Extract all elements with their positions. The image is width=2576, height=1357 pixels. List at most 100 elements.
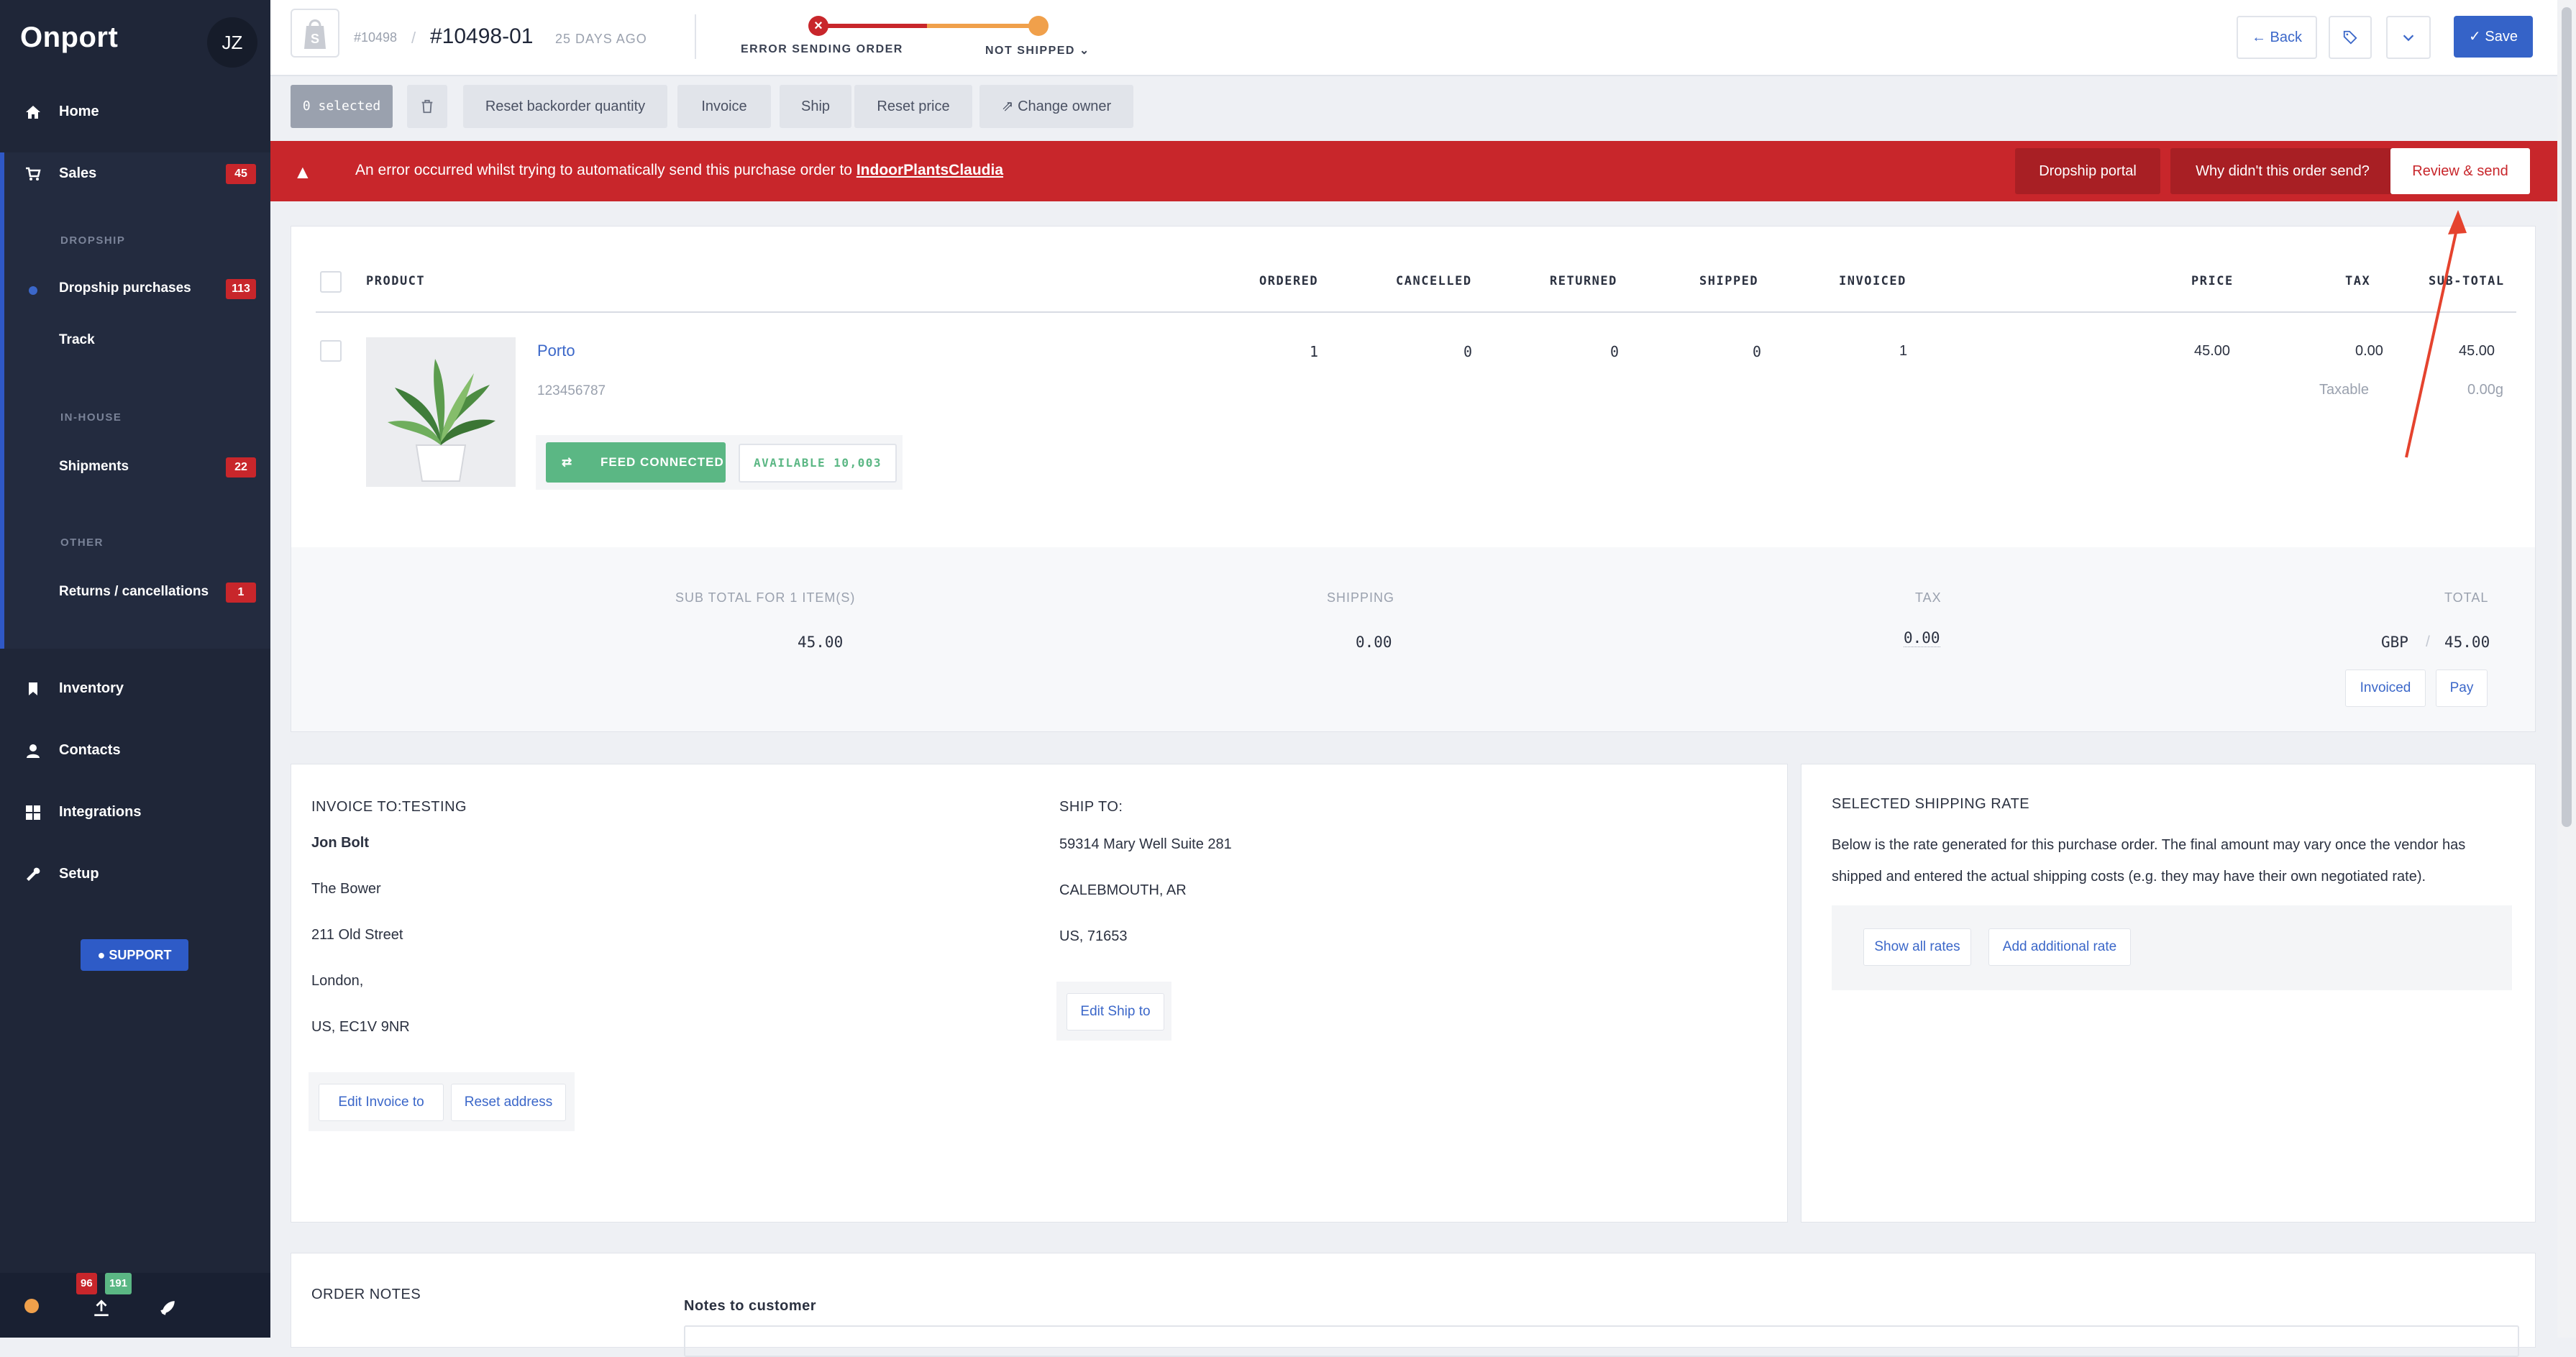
reset-backorder-button[interactable]: Reset backorder quantity — [463, 85, 667, 128]
rocket-icon[interactable] — [158, 1299, 177, 1317]
product-name-link[interactable]: Porto — [537, 342, 575, 360]
brand-logo[interactable]: Onport — [20, 22, 118, 54]
order-age: 25 DAYS AGO — [555, 32, 647, 46]
dropship-portal-button[interactable]: Dropship portal — [2015, 148, 2160, 194]
column-header: INVOICED — [1839, 274, 1906, 288]
sidebar-item-label: Dropship purchases — [59, 280, 191, 296]
support-button[interactable]: ● SUPPORT — [81, 939, 188, 971]
parent-order-link[interactable]: #10498 — [354, 30, 397, 45]
edit-invoice-to-button[interactable]: Edit Invoice to — [319, 1084, 444, 1121]
notes-to-customer-label: Notes to customer — [684, 1298, 817, 1314]
sidebar-item-dropship-purchases[interactable]: Dropship purchases 113 — [0, 268, 270, 311]
sidebar-item-home[interactable]: Home — [0, 91, 270, 134]
edit-ship-to-button[interactable]: Edit Ship to — [1067, 993, 1164, 1031]
save-button[interactable]: ✓ Save — [2454, 16, 2533, 58]
ship-button[interactable]: Ship — [780, 85, 851, 128]
returned-qty: 0 — [1610, 343, 1620, 360]
order-notes-panel: ORDER NOTES Notes to customer — [291, 1253, 2536, 1357]
tax-label: TAX — [1915, 590, 1942, 605]
invoiced-qty: 1 — [1899, 343, 1908, 359]
tag-icon — [2343, 30, 2357, 45]
add-rate-button[interactable]: Add additional rate — [1988, 928, 2131, 966]
vendor-link[interactable]: IndoorPlantsClaudia — [857, 162, 1003, 178]
feed-connected-badge[interactable]: ⇄ FEED CONNECTED — [546, 442, 726, 483]
grid-icon — [26, 805, 40, 820]
plant-image — [388, 359, 495, 482]
why-not-sent-button[interactable]: Why didn't this order send? — [2170, 148, 2395, 194]
column-header: TAX — [2345, 274, 2371, 288]
upload-icon[interactable] — [92, 1299, 111, 1317]
annotation-arrow-icon — [2405, 210, 2467, 458]
selection-count[interactable]: 0 selected — [291, 85, 393, 128]
invoiced-button[interactable]: Invoiced — [2345, 670, 2426, 707]
active-dot-icon — [29, 286, 37, 295]
sidebar-item-sales[interactable]: Sales 45 — [0, 152, 270, 196]
sidebar-item-track[interactable]: Track — [0, 319, 270, 362]
tax-type[interactable]: Taxable — [2319, 382, 2369, 398]
pay-button[interactable]: Pay — [2436, 670, 2488, 707]
subtotal-label: SUB TOTAL FOR 1 ITEM(S) — [675, 590, 856, 605]
bookmark-icon — [29, 682, 37, 695]
shipping-label: SHIPPING — [1327, 590, 1395, 605]
support-label: SUPPORT — [109, 948, 172, 962]
price-value[interactable]: 45.00 — [2194, 343, 2230, 360]
row-checkbox[interactable] — [320, 340, 342, 362]
currency-code: GBP — [2381, 634, 2408, 651]
change-owner-button[interactable]: ⇗ Change owner — [979, 85, 1133, 128]
shipping-rate-title: SELECTED SHIPPING RATE — [1832, 796, 2030, 812]
sidebar-item-label: Setup — [59, 866, 99, 882]
print-tag-button[interactable] — [2329, 16, 2372, 59]
invoice-button[interactable]: Invoice — [677, 85, 771, 128]
error-message-text: An error occurred whilst trying to autom… — [355, 162, 857, 178]
order-header: S #10498 / #10498-01 25 DAYS AGO × ERROR… — [270, 0, 2557, 76]
invoice-name: Jon Bolt — [311, 835, 369, 851]
error-banner: ▲ An error occurred whilst trying to aut… — [270, 141, 2557, 201]
totals-summary: SUB TOTAL FOR 1 ITEM(S) 45.00 SHIPPING 0… — [291, 547, 2535, 731]
column-header: PRICE — [2191, 274, 2234, 288]
reset-address-button[interactable]: Reset address — [451, 1084, 566, 1121]
ordered-qty: 1 — [1310, 343, 1319, 360]
user-avatar[interactable]: JZ — [207, 17, 257, 68]
sidebar-item-shipments[interactable]: Shipments 22 — [0, 446, 270, 489]
sidebar-item-inventory[interactable]: Inventory — [0, 667, 270, 711]
back-button[interactable]: ← Back — [2237, 16, 2317, 59]
check-icon: ✓ — [2469, 29, 2485, 45]
review-send-button[interactable]: Review & send — [2390, 148, 2530, 194]
order-notes-title: ORDER NOTES — [311, 1287, 421, 1302]
sync-icon: ⇄ — [562, 455, 573, 469]
sidebar-item-integrations[interactable]: Integrations — [0, 791, 270, 834]
column-header: RETURNED — [1550, 274, 1617, 288]
line-items-panel: PRODUCT ORDERED CANCELLED RETURNED SHIPP… — [291, 226, 2536, 732]
invoice-address-line: The Bower — [311, 881, 381, 897]
show-all-rates-button[interactable]: Show all rates — [1863, 928, 1971, 966]
reset-price-button[interactable]: Reset price — [854, 85, 972, 128]
select-all-checkbox[interactable] — [320, 271, 342, 293]
more-actions-button[interactable] — [2386, 16, 2431, 59]
bulk-action-toolbar: 0 selected Reset backorder quantity Invo… — [270, 76, 2557, 141]
shipping-status-dropdown[interactable]: NOT SHIPPED ⌄ — [985, 43, 1090, 58]
feed-connected-label: FEED CONNECTED — [600, 455, 724, 469]
error-count-badge[interactable]: 96 — [76, 1273, 97, 1294]
returns-count-badge: 1 — [226, 582, 256, 603]
success-count-badge[interactable]: 191 — [105, 1273, 132, 1294]
availability-badge: AVAILABLE 10,003 — [739, 444, 897, 483]
section-other: OTHER — [60, 536, 104, 549]
sidebar-item-returns[interactable]: Returns / cancellations 1 — [0, 571, 270, 614]
delete-button[interactable] — [407, 85, 447, 128]
warning-icon: ▲ — [293, 161, 312, 183]
tax-amount[interactable]: 0.00 — [1904, 629, 1940, 647]
address-panel: INVOICE TO:TESTING Jon Bolt The Bower 21… — [291, 764, 1788, 1223]
order-status-label: ERROR SENDING ORDER — [741, 43, 903, 55]
sidebar-item-label: Integrations — [59, 804, 142, 820]
status-dot-icon — [24, 1299, 39, 1313]
currency-separator: / — [2426, 634, 2430, 650]
arrow-left-icon: ← — [2251, 29, 2270, 45]
product-image[interactable] — [366, 337, 516, 487]
shipments-count-badge: 22 — [226, 457, 256, 478]
sidebar-item-contacts[interactable]: Contacts — [0, 729, 270, 772]
divider — [695, 14, 696, 59]
subtotal-amount: 45.00 — [798, 634, 844, 651]
notes-to-customer-input[interactable] — [684, 1325, 2519, 1357]
scrollbar-thumb[interactable] — [2562, 7, 2572, 827]
sidebar-item-setup[interactable]: Setup — [0, 853, 270, 896]
